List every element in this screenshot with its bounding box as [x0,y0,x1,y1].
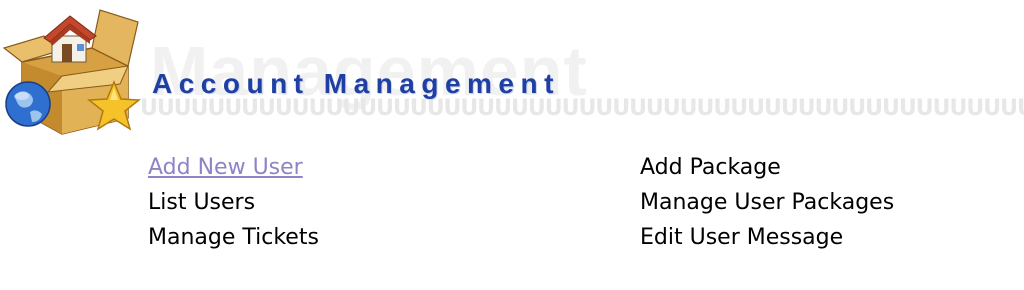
package-home-globe-star-icon [2,9,142,135]
manage-tickets-link[interactable]: Manage Tickets [148,220,319,255]
list-users-link[interactable]: List Users [148,185,319,220]
add-package-link[interactable]: Add Package [640,150,894,185]
decorative-underline: UUUUUUUUUUUUUUUUUUUUUUUUUUUUUUUUUUUUUUUU… [140,98,1024,120]
manage-user-packages-link[interactable]: Manage User Packages [640,185,894,220]
links-column-right: Add Package Manage User Packages Edit Us… [640,150,894,255]
add-new-user-link[interactable]: Add New User [148,150,319,185]
links-column-left: Add New User List Users Manage Tickets [148,150,319,255]
page-title: Account Management [152,68,560,99]
edit-user-message-link[interactable]: Edit User Message [640,220,894,255]
account-management-panel: Management UUUUUUUUUUUUUUUUUUUUUUUUUUUUU… [0,0,1024,290]
